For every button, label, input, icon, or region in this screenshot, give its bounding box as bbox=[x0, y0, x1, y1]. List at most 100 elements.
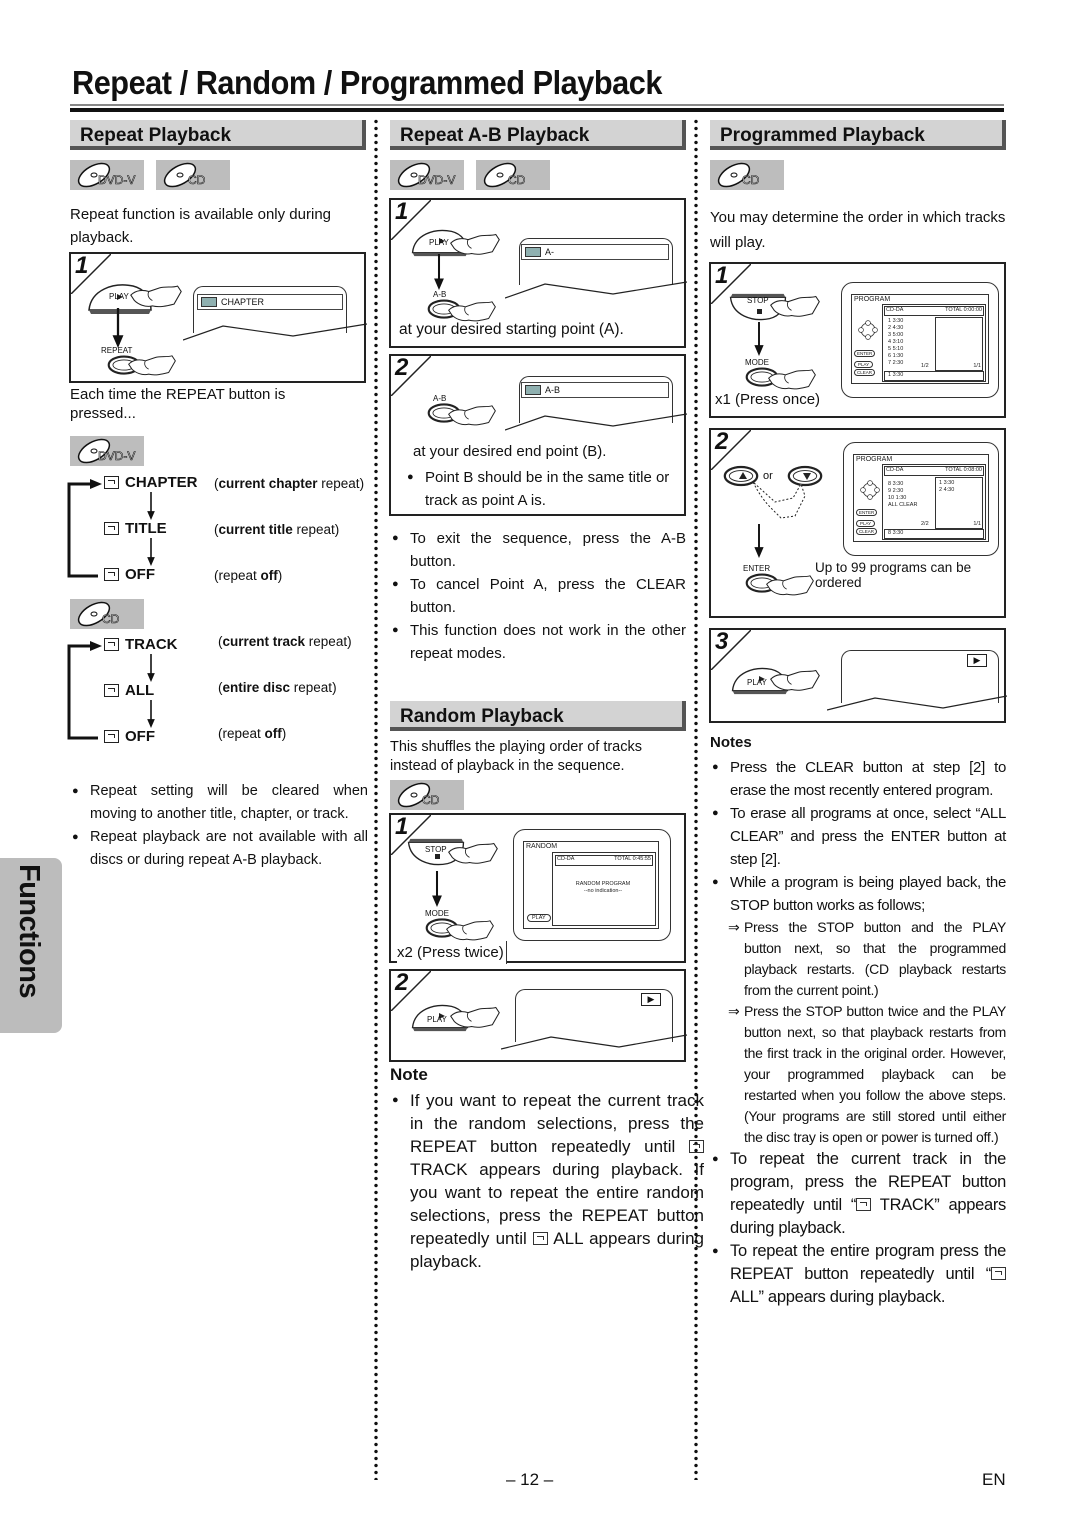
osd-inner: CD-DA TOTAL 0:08:00 8 3:30 9 2:30 10 1:30 A… bbox=[882, 464, 986, 540]
section-heading-repeat-ab: Repeat A-B Playback bbox=[390, 120, 686, 150]
osd-title: PROGRAM bbox=[856, 456, 893, 463]
osd-program-panel: PROGRAM CD-DA TOTAL 0:08:00 8 3:30 9 2:30… bbox=[853, 454, 989, 542]
osd-line: RANDOM PROGRAM bbox=[575, 881, 631, 887]
osd-disc: CD-DA bbox=[557, 856, 575, 862]
sequence-desc: (repeat off) bbox=[218, 726, 287, 741]
step-caption: at your desired starting point (A). bbox=[399, 321, 624, 338]
note-item: To erase all programs at once, select “A… bbox=[712, 802, 1006, 871]
sub-note: ⇒ Press the STOP button and the PLAY butt… bbox=[728, 919, 1006, 998]
svg-text:DVD-V: DVD-V bbox=[418, 173, 455, 187]
osd-text: A-B bbox=[545, 385, 561, 395]
osd-inner: CD-DA TOTAL 0:45:55 RANDOM PROGRAM --no … bbox=[552, 852, 656, 926]
step-number: 3 bbox=[715, 628, 729, 655]
osd-page: 2/2 bbox=[921, 521, 929, 527]
repeat-icon bbox=[533, 1232, 548, 1245]
badge-cd: CD bbox=[476, 160, 550, 190]
sub-note: ⇒ Press the STOP button twice and the PLA… bbox=[728, 1003, 1006, 1145]
sequence-item: OFF bbox=[104, 728, 155, 746]
down-arrow-icon bbox=[145, 538, 157, 566]
note-item: Press the CLEAR button at step [2] to er… bbox=[712, 756, 1006, 802]
section-heading-random: Random Playback bbox=[390, 701, 686, 731]
sequence-item: OFF bbox=[104, 566, 155, 584]
down-arrow-icon bbox=[145, 654, 157, 682]
repeat-icon bbox=[104, 522, 119, 536]
note-item: To cancel Point A, press the CLEAR butto… bbox=[392, 573, 686, 619]
repeat-icon bbox=[201, 297, 217, 307]
osd-text: A- bbox=[545, 247, 554, 257]
repeat-icon bbox=[104, 568, 119, 582]
screen-wave bbox=[505, 281, 687, 299]
down-arrow-icon bbox=[433, 254, 445, 290]
pressing-hand-icon bbox=[127, 352, 177, 378]
osd-clear-button: CLEAR bbox=[856, 528, 878, 535]
osd-title: PROGRAM bbox=[854, 296, 891, 303]
step-number: 2 bbox=[395, 969, 409, 996]
page-title: Repeat / Random / Programmed Playback bbox=[72, 64, 662, 101]
osd-total: TOTAL 0:08:00 bbox=[945, 467, 982, 473]
section-tab-label: Functions bbox=[13, 864, 45, 999]
repeat-icon bbox=[104, 730, 119, 744]
svg-text:CD: CD bbox=[422, 793, 440, 807]
osd-current-text: 1 3:30 bbox=[888, 372, 904, 378]
osd-current-text: 8 3:30 bbox=[888, 530, 904, 536]
programmed-step-3: 3 PLAY ▶ bbox=[709, 628, 1007, 723]
repeat-icon bbox=[991, 1267, 1006, 1280]
repeat-icon bbox=[104, 638, 119, 652]
osd-inner: CD-DA TOTAL 0:00:00 1 3:30 2 4:30 3 5:00 4 … bbox=[882, 304, 986, 382]
osd-track-list: 1 3:30 2 4:30 3 5:00 4 3:10 5 5:10 6 1:30 7 2:… bbox=[888, 318, 904, 366]
pressing-hand-icon bbox=[447, 839, 499, 867]
osd-bar: A- bbox=[521, 244, 669, 260]
down-arrow-icon bbox=[145, 492, 157, 520]
section-heading-programmed: Programmed Playback bbox=[710, 120, 1006, 150]
disc-icon: DVD-V bbox=[72, 438, 136, 464]
down-arrow-icon bbox=[431, 871, 443, 907]
section-tab-functions: Functions bbox=[0, 858, 62, 1033]
repeat-icon bbox=[104, 476, 119, 490]
osd-play-button: PLAY bbox=[854, 361, 874, 368]
note-item: To repeat the entire program press the R… bbox=[712, 1240, 1006, 1309]
implies-arrow-icon: ⇒ bbox=[728, 1003, 740, 1019]
repeat-step-1: 1 PLAY REPEAT CHAPTER bbox=[69, 252, 367, 383]
repeat-icon bbox=[525, 385, 541, 395]
random-note: If you want to repeat the current track … bbox=[392, 1089, 704, 1273]
play-button-label: PLAY bbox=[427, 1015, 447, 1024]
badge-cd: CD bbox=[710, 160, 784, 190]
osd-enter-button: ENTER bbox=[856, 509, 878, 516]
osd-disc: CD-DA bbox=[886, 307, 904, 313]
osd-track-list: 8 3:30 9 2:30 10 1:30 ALL CLEAR bbox=[888, 481, 918, 508]
play-triangle-icon: ▶ bbox=[967, 654, 987, 667]
disc-icon: CD bbox=[72, 601, 120, 627]
repeat-ab-step-2: 2 A-B A-B at your desired end point (B).… bbox=[389, 354, 687, 516]
disc-icon: DVD-V bbox=[72, 162, 136, 188]
programmed-step-2: 2 or ENTER Up to 99 programs can be orde… bbox=[709, 428, 1006, 618]
random-note-heading: Note bbox=[390, 1065, 428, 1084]
pressing-hand-icon bbox=[445, 917, 495, 943]
disc-icon: CD bbox=[478, 162, 526, 188]
osd-bar: CHAPTER bbox=[197, 294, 343, 310]
osd-play-button: PLAY bbox=[527, 914, 551, 922]
note-item: While a program is being played back, th… bbox=[712, 871, 1006, 917]
osd-program-panel: PROGRAM CD-DA TOTAL 0:00:00 1 3:30 2 4:30… bbox=[851, 294, 989, 384]
play-triangle-icon: ▶ bbox=[641, 993, 661, 1006]
section-heading-repeat: Repeat Playback bbox=[70, 120, 366, 150]
osd-random-panel: RANDOM CD-DA TOTAL 0:45:55 RANDOM PROGRA… bbox=[523, 841, 659, 929]
step-number: 1 bbox=[395, 198, 409, 225]
loop-arrow bbox=[67, 479, 102, 578]
step-caption: Up to 99 programs can be ordered bbox=[815, 560, 972, 590]
note-item: To exit the sequence, press the A-B butt… bbox=[392, 527, 686, 573]
programmed-step-1: 1 STOP MODE x1 (Press once) PROGRAM CD-D… bbox=[709, 262, 1006, 418]
osd-programmed-list: 1 3:30 2 4:30 bbox=[939, 480, 955, 493]
badge-dvd-v: DVD-V bbox=[390, 160, 464, 190]
osd-clear-button: CLEAR bbox=[854, 369, 876, 376]
note-item: This function does not work in the other… bbox=[392, 619, 686, 665]
osd-page: 1/1 bbox=[973, 363, 981, 369]
stop-button-label: STOP bbox=[425, 845, 447, 854]
osd-total: TOTAL 0:00:00 bbox=[945, 307, 982, 313]
repeat-icon bbox=[525, 247, 541, 257]
step-caption: x2 (Press twice) bbox=[397, 941, 507, 964]
pressing-hand-icon bbox=[449, 1003, 501, 1031]
sequence-item: TRACK bbox=[104, 636, 178, 654]
title-rule bbox=[70, 104, 1004, 106]
pressing-hand-icon bbox=[449, 230, 501, 258]
disc-icon: CD bbox=[712, 162, 760, 188]
